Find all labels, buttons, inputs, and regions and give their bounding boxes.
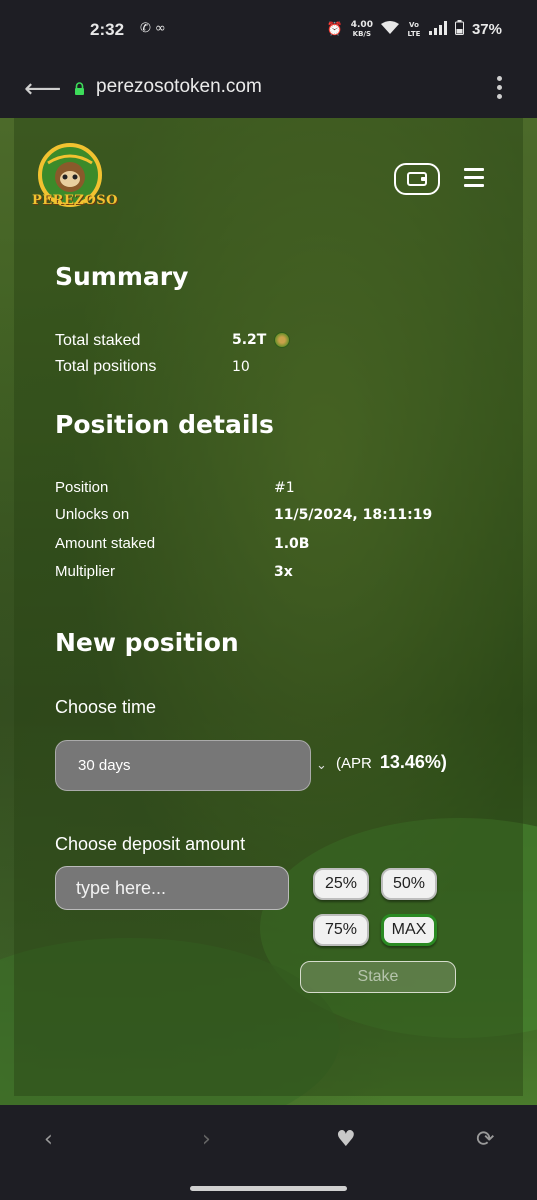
notification-icons: ✆∞	[140, 21, 170, 36]
browser-menu-icon[interactable]	[497, 76, 503, 103]
back-arrow-icon[interactable]: ⟵	[24, 76, 61, 102]
logo-text: PEREZOSO	[32, 193, 118, 208]
refresh-icon[interactable]: ⟳	[476, 1127, 494, 1152]
position-details-title: Position details	[55, 410, 274, 439]
token-coin-icon	[274, 332, 291, 348]
signal-icon	[428, 20, 447, 39]
pct-50-button[interactable]: 50%	[381, 868, 437, 900]
chevron-down-icon[interactable]: ⌄	[316, 758, 327, 773]
apr-prefix: (APR	[336, 755, 372, 772]
detail-label-multiplier: Multiplier	[55, 563, 116, 580]
pct-25-button[interactable]: 25%	[313, 868, 369, 900]
volte-label: Vo LTE	[407, 20, 421, 38]
total-positions-value: 10	[232, 359, 250, 375]
detail-value-position: #1	[274, 480, 295, 496]
apr-display: (APR 13.46%)	[336, 752, 447, 773]
wallet-button[interactable]	[394, 163, 440, 195]
total-staked-amount: 5.2T	[232, 332, 267, 348]
stake-button[interactable]: Stake	[300, 961, 456, 993]
detail-label-position: Position	[55, 479, 109, 496]
heart-icon[interactable]: ♥	[336, 1127, 356, 1152]
max-button[interactable]: MAX	[381, 914, 437, 946]
nav-back-icon[interactable]: ‹	[44, 1127, 53, 1152]
detail-label-amount: Amount staked	[55, 535, 156, 552]
time-select-value: 30 days	[78, 757, 131, 774]
deposit-amount-input[interactable]: type here...	[55, 866, 289, 910]
status-right: ⏰ 4.00 KB/S Vo LTE 37%	[327, 20, 502, 39]
wifi-icon	[380, 20, 399, 39]
apr-value: 13.46%)	[379, 752, 447, 772]
lock-icon	[75, 82, 84, 95]
detail-label-unlocks: Unlocks on	[55, 506, 130, 523]
time-select[interactable]: 30 days	[55, 740, 311, 791]
battery-icon	[454, 20, 464, 39]
net-speed-value: 4.00	[350, 19, 373, 30]
nav-forward-icon[interactable]: ›	[202, 1127, 211, 1152]
url-text[interactable]: perezosotoken.com	[96, 76, 262, 98]
home-gesture-bar[interactable]	[190, 1186, 347, 1191]
status-bar: 2:32 ✆∞ ⏰ 4.00 KB/S Vo LTE 37%	[0, 0, 537, 60]
battery-percent: 37%	[471, 21, 502, 38]
total-positions-label: Total positions	[55, 358, 157, 375]
whatsapp-icon: ✆	[140, 21, 155, 36]
detail-value-multiplier: 3x	[274, 564, 293, 580]
total-staked-value: 5.2T	[232, 332, 291, 348]
total-staked-label: Total staked	[55, 332, 141, 349]
summary-title: Summary	[55, 262, 189, 291]
net-speed: 4.00 KB/S	[350, 19, 373, 39]
pct-75-button[interactable]: 75%	[313, 914, 369, 946]
voicemail-icon: ∞	[154, 21, 170, 36]
status-time: 2:32	[90, 20, 125, 39]
detail-value-amount: 1.0B	[274, 536, 310, 552]
page-content: PEREZOSO Summary Total staked 5.2T Total…	[0, 118, 537, 1105]
hamburger-menu-icon[interactable]	[464, 168, 484, 192]
new-position-title: New position	[55, 628, 239, 657]
deposit-label: Choose deposit amount	[55, 834, 246, 854]
detail-value-unlocks: 11/5/2024, 18:11:19	[274, 507, 433, 523]
choose-time-label: Choose time	[55, 697, 157, 717]
alarm-icon: ⏰	[326, 22, 343, 37]
net-speed-unit: KB/S	[352, 29, 372, 38]
wallet-icon	[407, 172, 427, 186]
